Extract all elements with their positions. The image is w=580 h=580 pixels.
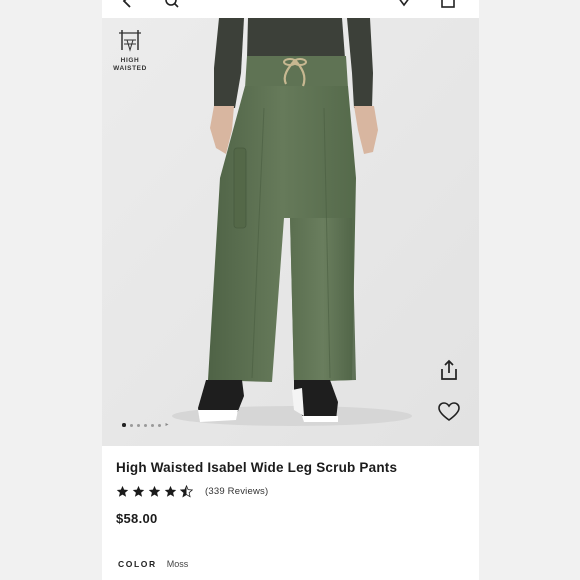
review-count-link[interactable]: (339 Reviews) [205,486,268,497]
carousel-dot[interactable] [143,423,147,427]
carousel-dot[interactable] [122,423,126,427]
share-icon[interactable] [437,358,461,382]
back-icon[interactable] [120,0,136,8]
star-icon [132,485,145,497]
star-icon [164,485,177,497]
top-nav-bar [102,0,479,18]
carousel-dot[interactable] [136,423,140,427]
product-page: HIGH WAISTED ▸ High Waisted Isabel Wide … [102,0,479,580]
color-label: COLOR [118,559,157,569]
carousel-dot[interactable] [129,423,133,427]
half-star-icon [180,485,193,498]
bag-icon[interactable] [440,0,456,8]
star-icon [116,485,129,497]
product-title: High Waisted Isabel Wide Leg Scrub Pants [116,460,398,475]
high-waist-icon [119,30,141,52]
carousel-next-icon[interactable]: ▸ [166,422,169,428]
favorites-icon[interactable] [396,0,412,8]
product-price: $58.00 [116,511,158,526]
star-icon [148,485,161,497]
carousel-dot[interactable] [150,423,154,427]
badge-line-1: HIGH [120,57,140,64]
right-backdrop [479,0,580,580]
high-waisted-badge: HIGH WAISTED [110,28,150,73]
product-image-carousel[interactable]: HIGH WAISTED ▸ [102,18,479,446]
search-icon[interactable] [164,0,180,8]
carousel-dot[interactable] [157,423,161,427]
selected-color-name: Moss [166,559,189,569]
rating-stars [116,485,193,498]
left-backdrop [0,0,102,580]
carousel-indicator[interactable]: ▸ [122,421,169,429]
badge-line-2: WAISTED [113,65,147,72]
product-photo [102,18,479,446]
product-rating[interactable]: (339 Reviews) [116,485,268,498]
color-selector: COLOR Moss [118,559,188,569]
heart-icon[interactable] [437,400,461,424]
